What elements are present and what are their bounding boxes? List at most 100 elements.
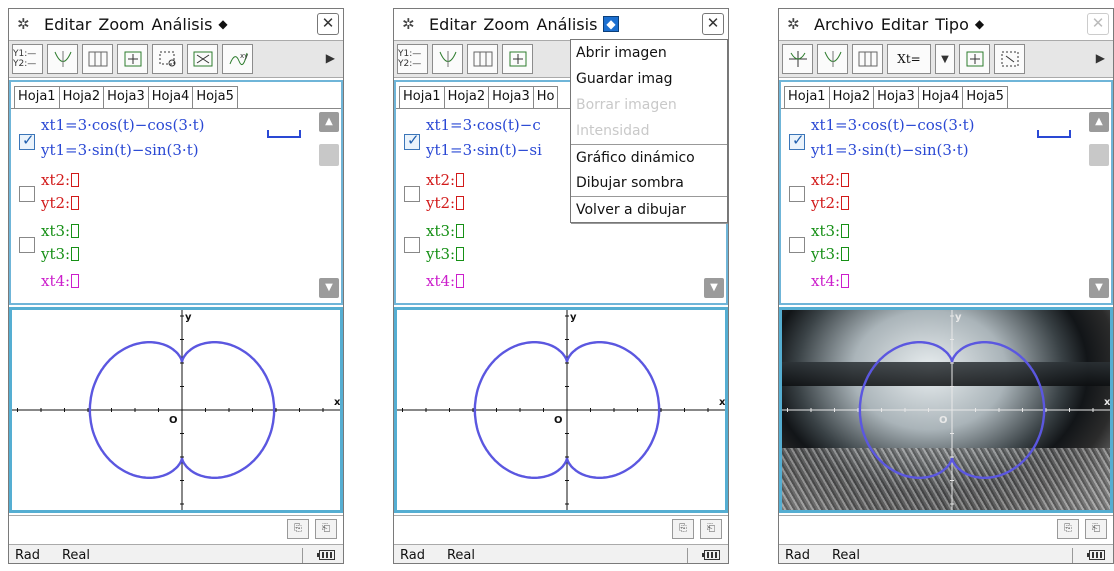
equation-1-checkbox[interactable]: ✓ [404,131,420,150]
tab-hoja5[interactable]: Hoja5 [192,86,238,108]
close-button[interactable]: ✕ [702,13,724,35]
equation-xt1[interactable]: xt1=3·cos(t)−c [426,116,541,134]
axes-icon[interactable] [782,44,813,74]
tab-hoja1[interactable]: Hoja1 [784,86,830,108]
equation-yt1[interactable]: yt1=3·sin(t)−sin(3·t) [811,141,969,159]
graph-icon[interactable] [432,44,463,74]
menu-item-guardar-imagen[interactable]: Guardar imag [571,66,727,92]
toolbar-next-icon[interactable]: ▶ [326,51,335,65]
menu-archivo[interactable]: Archivo [814,15,874,34]
zoom-fit-icon[interactable] [117,44,148,74]
paste-icon[interactable]: ⎗ [315,519,337,539]
toolbar-next-icon[interactable]: ▶ [1096,51,1105,65]
menu-zoom[interactable]: Zoom [98,15,144,34]
equation-xt3[interactable]: xt3: [811,222,850,240]
diamond-menu-icon[interactable]: ◆ [975,17,984,31]
equation-xt4[interactable]: xt4: [41,272,80,290]
equation-yt2[interactable]: yt2: [426,194,465,212]
tab-hoja5[interactable]: Hoja5 [962,86,1008,108]
equation-yt1[interactable]: yt1=3·sin(t)−si [426,141,542,159]
graph-type-dropdown-icon[interactable]: ▼ [935,44,955,74]
menu-editar[interactable]: Editar [881,15,928,34]
diamond-menu-icon[interactable]: ◆ [218,17,227,31]
tab-hoja4[interactable]: Hoja4 [147,86,194,108]
equation-xt2[interactable]: xt2: [41,171,80,189]
copy-icon[interactable]: ⎘ [672,519,694,539]
menu-item-abrir-imagen[interactable]: Abrir imagen [571,40,727,66]
scroll-down-icon[interactable]: ▼ [1089,278,1109,298]
tab-hoja4[interactable]: Hoja4 [917,86,964,108]
graph-plot[interactable]: x y O [782,310,1112,510]
equation-2-checkbox[interactable] [789,186,805,202]
menu-item-grafico-dinamico[interactable]: Gráfico dinámico [571,144,727,170]
graph-icon[interactable] [817,44,848,74]
copy-icon[interactable]: ⎘ [287,519,309,539]
gear-icon[interactable]: ✲ [787,15,807,33]
graph-type-button[interactable]: Xt= [887,44,931,74]
paste-icon[interactable]: ⎗ [1085,519,1107,539]
menu-tipo[interactable]: Tipo [935,15,969,34]
menu-analisis[interactable]: Análisis [152,15,213,34]
menu-analisis[interactable]: Análisis [537,15,598,34]
tab-hoja2[interactable]: Hoja2 [828,86,875,108]
scroll-down-icon[interactable]: ▼ [704,278,724,298]
line-style-icon[interactable] [267,130,301,138]
zoom-box-icon[interactable] [994,44,1025,74]
scroll-up-icon[interactable]: ▲ [319,112,339,132]
equation-3-checkbox[interactable] [789,237,805,253]
table-icon[interactable] [852,44,883,74]
graph-window[interactable]: x y O [9,307,343,513]
zoom-fit-icon[interactable] [959,44,990,74]
tab-hoja3[interactable]: Hoja3 [873,86,919,108]
equation-yt3[interactable]: yt3: [811,245,850,263]
editor-scrollbar[interactable]: ▲ ▼ [317,112,339,302]
scroll-thumb[interactable] [1089,144,1109,166]
graph-plot[interactable]: x y O [12,310,342,510]
zoom-box-icon[interactable] [152,44,183,74]
tab-hoja3[interactable]: Hoja3 [103,86,149,108]
trace-icon[interactable]: xy [222,44,253,74]
equation-xt2[interactable]: xt2: [811,171,850,189]
tab-hoja2[interactable]: Hoja2 [443,86,490,108]
equation-yt1[interactable]: yt1=3·sin(t)−sin(3·t) [41,141,199,159]
line-style-icon[interactable] [1037,130,1071,138]
equation-yt2[interactable]: yt2: [811,194,850,212]
equation-3-checkbox[interactable] [19,237,35,253]
graph-plot[interactable]: x y O [397,310,727,510]
copy-icon[interactable]: ⎘ [1057,519,1079,539]
equation-1-checkbox[interactable]: ✓ [19,131,35,150]
tab-hoja4[interactable]: Ho [532,86,559,108]
equation-xt4[interactable]: xt4: [811,272,850,290]
graph-icon[interactable] [47,44,78,74]
scroll-thumb[interactable] [319,144,339,166]
close-button[interactable]: ✕ [317,13,339,35]
scroll-up-icon[interactable]: ▲ [1089,112,1109,132]
table-icon[interactable] [467,44,498,74]
equation-yt3[interactable]: yt3: [426,245,465,263]
equation-xt2[interactable]: xt2: [426,171,465,189]
equation-xt1[interactable]: xt1=3·cos(t)−cos(3·t) [41,116,205,134]
menu-item-volver-a-dibujar[interactable]: Volver a dibujar [571,196,727,222]
equation-2-checkbox[interactable] [404,186,420,202]
equation-3-checkbox[interactable] [404,237,420,253]
graph-window[interactable]: x y O [394,307,728,513]
menu-editar[interactable]: Editar [429,15,476,34]
y-editor-button[interactable]: Y1:— Y2:— [397,44,428,74]
equation-xt3[interactable]: xt3: [41,222,80,240]
equation-xt1[interactable]: xt1=3·cos(t)−cos(3·t) [811,116,975,134]
equation-xt4[interactable]: xt4: [426,272,465,290]
graph-window[interactable]: x y O [779,307,1113,513]
y-editor-button[interactable]: Y1:— Y2:— [12,44,43,74]
equation-2-checkbox[interactable] [19,186,35,202]
diamond-menu-icon[interactable]: ◆ [603,16,619,32]
equation-1-checkbox[interactable]: ✓ [789,131,805,150]
scroll-down-icon[interactable]: ▼ [319,278,339,298]
equation-xt3[interactable]: xt3: [426,222,465,240]
gear-icon[interactable]: ✲ [17,15,37,33]
editor-scrollbar[interactable]: ▲ ▼ [1087,112,1109,302]
tab-hoja3[interactable]: Hoja3 [488,86,534,108]
equation-yt2[interactable]: yt2: [41,194,80,212]
menu-item-dibujar-sombra[interactable]: Dibujar sombra [571,170,727,196]
menu-editar[interactable]: Editar [44,15,91,34]
zoom-in-out-icon[interactable] [187,44,218,74]
